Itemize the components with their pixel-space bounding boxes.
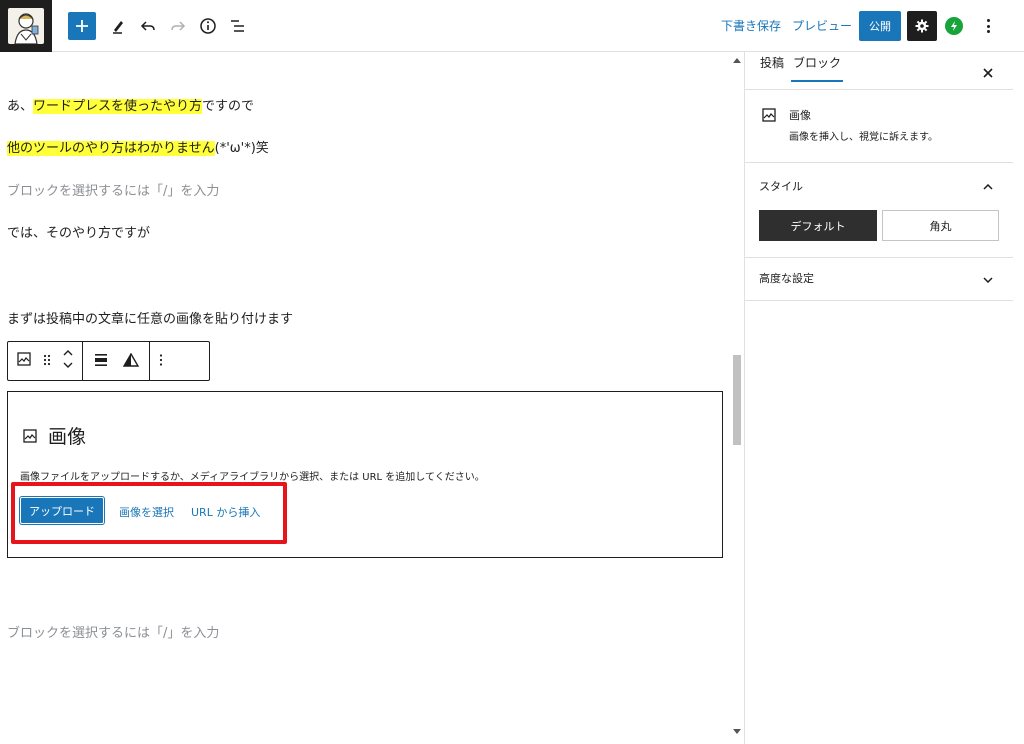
site-avatar-image: [8, 8, 44, 44]
redo-icon: [171, 21, 186, 31]
image-icon: [761, 107, 777, 127]
editor-canvas: あ、ワードプレスを使ったやり方ですので 他のツールのやり方はわかりません(*'ω…: [0, 52, 730, 744]
plus-icon: [76, 20, 88, 32]
editor-scrollbar[interactable]: [730, 52, 744, 744]
settings-button[interactable]: [907, 11, 937, 41]
block-options-button[interactable]: [158, 352, 164, 371]
details-button[interactable]: [198, 13, 218, 39]
undo-icon: [140, 21, 155, 31]
align-center-icon: [95, 353, 107, 366]
pencil-icon: [113, 21, 123, 34]
styles-panel-toggle[interactable]: スタイル: [759, 178, 803, 194]
block-toolbar: [7, 341, 210, 381]
chevron-up-icon[interactable]: [983, 180, 993, 193]
block-card: 画像 画像を挿入し、視覚に訴えます。: [745, 91, 1013, 163]
paragraph-block-2[interactable]: 他のツールのやり方はわかりません(*'ω'*)笑: [7, 137, 269, 156]
tab-block[interactable]: ブロック: [791, 54, 844, 82]
publish-button[interactable]: 公開: [859, 11, 901, 41]
tools-edit-button[interactable]: [108, 13, 128, 39]
advanced-panel-toggle[interactable]: 高度な設定: [759, 270, 814, 286]
panel-divider: [745, 300, 1013, 301]
image-icon: [23, 428, 37, 443]
image-block-instructions: 画像ファイルをアップロードするか、メディアライブラリから選択、または URL を…: [20, 472, 485, 483]
panel-divider: [745, 257, 1013, 258]
style-default-button[interactable]: デフォルト: [759, 210, 877, 241]
duotone-icon: [122, 352, 140, 367]
tab-post[interactable]: 投稿: [758, 54, 786, 82]
image-block-title: 画像: [22, 422, 86, 449]
move-up-down-button[interactable]: [62, 347, 74, 375]
preview-button[interactable]: プレビュー: [792, 17, 852, 34]
editor-header: 下書き保存 プレビュー 公開: [0, 0, 1024, 52]
chevron-up-down-icon: [63, 350, 73, 368]
paragraph-block-4[interactable]: まずは投稿中の文章に任意の画像を貼り付けます: [7, 308, 293, 327]
gear-icon: [915, 19, 929, 33]
settings-sidebar: 投稿 ブロック 画像 画像を挿入し、視覚に訴えます。 スタイル デフォルト 角丸…: [744, 52, 1013, 744]
empty-block-placeholder[interactable]: ブロックを選択するには「/」を入力: [7, 622, 219, 641]
drag-icon: [43, 354, 51, 365]
paragraph-block-1[interactable]: あ、ワードプレスを使ったやり方ですので: [7, 95, 254, 114]
annotation-highlight-box: [11, 482, 287, 544]
empty-block-placeholder[interactable]: ブロックを選択するには「/」を入力: [7, 180, 219, 199]
duotone-button[interactable]: [122, 352, 140, 371]
options-menu-button[interactable]: [982, 15, 994, 37]
jetpack-button[interactable]: [945, 17, 963, 35]
paragraph-text: ですので: [202, 99, 255, 114]
paragraph-text: あ、: [7, 99, 34, 114]
scroll-down-arrow-icon[interactable]: [733, 729, 741, 734]
highlighted-text: ワードプレスを使ったやり方: [33, 99, 203, 114]
more-vertical-icon: [159, 353, 163, 366]
highlighted-text: 他のツールのやり方はわかりません: [7, 141, 215, 156]
block-toolbar-group-3: [150, 342, 172, 380]
list-view-button[interactable]: [228, 13, 248, 39]
block-type-button[interactable]: [16, 351, 32, 371]
block-card-title: 画像: [789, 109, 811, 122]
scroll-up-arrow-icon[interactable]: [733, 58, 741, 63]
add-block-button[interactable]: [68, 12, 96, 40]
close-icon: [983, 68, 993, 78]
drag-handle[interactable]: [42, 352, 52, 371]
align-button[interactable]: [93, 352, 109, 371]
chevron-down-icon[interactable]: [983, 273, 993, 286]
redo-button[interactable]: [168, 13, 188, 39]
block-card-description: 画像を挿入し、視覚に訴えます。: [789, 132, 938, 143]
info-icon: [200, 18, 216, 34]
save-draft-button[interactable]: 下書き保存: [721, 17, 781, 34]
undo-button[interactable]: [138, 13, 158, 39]
style-rounded-button[interactable]: 角丸: [882, 210, 999, 241]
sidebar-tabs: 投稿 ブロック: [745, 52, 1013, 90]
site-logo[interactable]: [0, 0, 52, 52]
paragraph-text: (*'ω'*)笑: [214, 141, 269, 156]
paragraph-block-3[interactable]: では、そのやり方ですが: [7, 222, 150, 241]
image-block-label: 画像: [48, 426, 87, 448]
close-sidebar-button[interactable]: [983, 64, 993, 82]
image-icon: [17, 352, 31, 366]
lightning-icon: [951, 21, 957, 31]
block-toolbar-group-1: [8, 342, 83, 380]
scrollbar-thumb[interactable]: [733, 355, 741, 445]
block-toolbar-group-2: [83, 342, 150, 380]
list-view-icon: [231, 20, 244, 32]
